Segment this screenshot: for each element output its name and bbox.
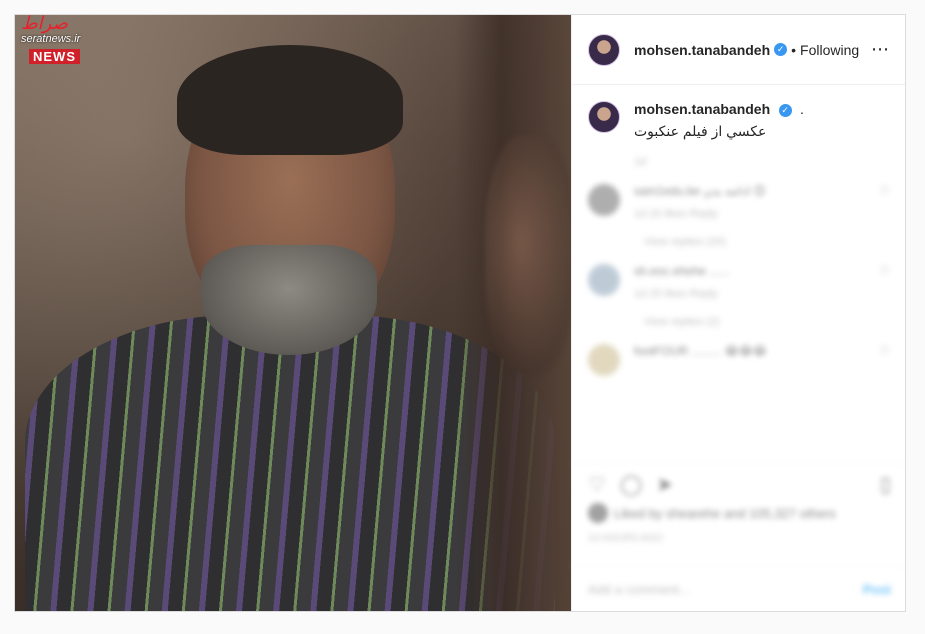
photo-reflected-face	[485, 135, 571, 375]
watermark-logo: صراط seratnews.ir NEWS	[15, 15, 115, 67]
caption-body: mohsen.tanabandeh ✓ . عكسي از فيلم عنكبو…	[634, 101, 804, 140]
share-icon[interactable]: ➤	[656, 472, 673, 497]
caption-punct: .	[800, 101, 804, 117]
comment-text: sh.eoc.ehehe ......	[634, 264, 730, 278]
following-button[interactable]: Following	[800, 42, 859, 58]
heart-icon[interactable]: ♡	[588, 472, 606, 497]
comment-meta[interactable]: 1d 20 likes Reply	[634, 208, 873, 220]
add-comment-input[interactable]: Add a comment...	[588, 582, 690, 597]
liker-avatar	[588, 503, 608, 523]
likes-text: Liked by shearehe and 105,327 others	[614, 505, 836, 521]
avatar[interactable]	[588, 33, 620, 66]
comment-item: footFOUR ......... 😂😂😂 ♡	[572, 328, 905, 376]
comment-body: sh.eoc.ehehe ...... 1d 25 likes Reply Vi…	[634, 264, 873, 328]
caption-verified-badge-icon: ✓	[778, 104, 792, 117]
comment-icon[interactable]: ◯	[620, 472, 642, 497]
watermark-brand: NEWS	[29, 49, 80, 64]
view-replies-link[interactable]: View replies (20)	[634, 236, 873, 248]
comment-item: sam1edu.be ادامه بدن 😊 1d 20 likes Reply…	[572, 168, 905, 248]
bookmark-icon[interactable]: ▯	[880, 472, 891, 497]
comment-text: sam1edu.be ادامه بدن 😊	[634, 184, 766, 198]
post-header: mohsen.tanabandeh ✓ • Following ⋯	[572, 15, 905, 85]
post-actions-bar: ♡ ◯ ➤ ▯	[572, 463, 905, 505]
post-side-panel: mohsen.tanabandeh ✓ • Following ⋯ mohsen…	[571, 15, 905, 611]
post-caption: mohsen.tanabandeh ✓ . عكسي از فيلم عنكبو…	[572, 85, 905, 140]
verified-badge-icon: ✓	[774, 43, 788, 56]
header-username[interactable]: mohsen.tanabandeh	[634, 42, 770, 58]
comment-avatar[interactable]	[588, 344, 620, 376]
comment-text: footFOUR ......... 😂😂😂	[634, 344, 767, 358]
instagram-post-frame: صراط seratnews.ir NEWS mohsen.tanabandeh…	[14, 14, 906, 612]
header-separator: •	[791, 41, 797, 58]
caption-age: 1d	[634, 156, 647, 168]
view-replies-link[interactable]: View replies (2)	[634, 316, 873, 328]
comment-meta[interactable]: 1d 25 likes Reply	[634, 288, 873, 300]
more-options-icon[interactable]: ⋯	[871, 39, 890, 60]
add-comment-bar: Add a comment... Post	[572, 565, 905, 611]
post-comment-button[interactable]: Post	[863, 582, 891, 597]
comment-avatar[interactable]	[588, 184, 620, 216]
caption-username[interactable]: mohsen.tanabandeh	[634, 101, 770, 117]
comment-body: sam1edu.be ادامه بدن 😊 1d 20 likes Reply…	[634, 184, 873, 248]
comment-avatar[interactable]	[588, 264, 620, 296]
comment-heart-icon[interactable]: ♡	[879, 344, 890, 376]
blurred-comments-section: 1d sam1edu.be ادامه بدن 😊 1d 20 likes Re…	[572, 156, 905, 376]
caption-text: عكسي از فيلم عنكبوت	[634, 123, 767, 139]
comment-heart-icon[interactable]: ♡	[879, 264, 890, 328]
watermark-site: seratnews.ir	[21, 33, 81, 45]
comment-body: footFOUR ......... 😂😂😂	[634, 344, 873, 376]
photo-hair	[177, 45, 403, 155]
likes-summary[interactable]: Liked by shearehe and 105,327 others	[588, 503, 836, 523]
comment-item: sh.eoc.ehehe ...... 1d 25 likes Reply Vi…	[572, 248, 905, 328]
comment-heart-icon[interactable]: ♡	[879, 184, 890, 248]
photo-beard	[201, 245, 377, 355]
post-photo[interactable]: صراط seratnews.ir NEWS	[15, 15, 571, 611]
caption-avatar[interactable]	[588, 101, 620, 133]
post-timestamp: 13 HOURS AGO	[588, 533, 663, 544]
watermark-script: صراط	[21, 15, 68, 34]
